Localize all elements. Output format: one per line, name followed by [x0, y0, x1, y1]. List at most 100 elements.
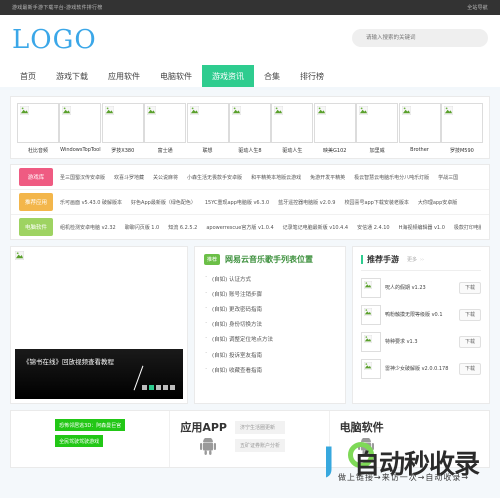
category-link[interactable]: 记录笔记电脑最新版 v10.4.4 [283, 224, 348, 231]
category-link[interactable]: 圣三国蜀汉传安卓版 [60, 174, 105, 181]
category-link[interactable]: 知流 6.2.5.2 [168, 224, 197, 231]
category-link[interactable]: 学战三国 [438, 174, 458, 181]
slider-dot[interactable] [149, 385, 154, 390]
broken-image-icon [147, 106, 157, 115]
article-list-item[interactable]: (自如) 身份切换方法 [204, 317, 336, 332]
nav-item-2[interactable]: 应用软件 [98, 65, 150, 87]
category-tag[interactable]: 电脑软件 [19, 218, 53, 236]
category-link[interactable]: 关公说麻将 [153, 174, 178, 181]
featured-slider[interactable]: 《锦书在线》回放视频查看教程 [10, 246, 188, 404]
page-body: 杜比音频 WindowsTopTool 罗技X380 富士通 联想 驱动人生8 驱动人生 映美… [0, 90, 500, 498]
thumbnail-item[interactable]: 驱动人生 [271, 103, 314, 154]
category-links: 组机检测安卓电脑 v2.32 聊聊闪页版 1.0 知流 6.2.5.2 apowerr… [60, 224, 481, 231]
category-link[interactable]: 乐可画面 v5.43.0 破解版本 [60, 199, 122, 206]
category-link[interactable]: 和平精英本地版云游戏 [251, 174, 301, 181]
game-list-item[interactable]: 特种要求 v1.3 下载 [361, 328, 481, 355]
main-navigation: 首页 游戏下载 应用软件 电脑软件 游戏资讯 合集 排行榜 [0, 65, 500, 90]
thumbnail-item[interactable]: 富士通 [144, 103, 187, 154]
download-button[interactable]: 下载 [459, 281, 481, 294]
nav-item-4[interactable]: 游戏资讯 [202, 65, 254, 87]
game-list-item[interactable]: 鸭粉触摸无限等级版 v0.1 下载 [361, 301, 481, 328]
category-link[interactable]: 极云智慧云电脑乐电分八吨乐灯版 [354, 174, 429, 181]
thumbnail-item[interactable]: 杜比音频 [17, 103, 59, 154]
thumbnail-image [101, 103, 144, 143]
slider-dot[interactable] [142, 385, 147, 390]
site-logo[interactable]: LOGO [12, 27, 97, 53]
broken-image-icon [401, 106, 411, 115]
thumbnail-item[interactable]: Brother [398, 103, 441, 154]
article-panel-title[interactable]: 网易云音乐歌手列表位置 [225, 254, 313, 265]
category-row: 推荐应用 乐可画面 v5.43.0 破解版本 好色App最新版（绿色配色） 15YC重… [11, 190, 489, 215]
thumbnail-caption: Brother [410, 147, 429, 153]
app-section-title: 应用APP [180, 421, 227, 434]
thumbnail-item[interactable]: WindowsTopTool [59, 103, 102, 154]
category-link[interactable]: apowerrescue官方版 v1.0.4 [206, 224, 273, 231]
thumbnail-item[interactable]: 加里威 [356, 103, 399, 154]
article-list-item[interactable]: (自如) 账号注销步骤 [204, 286, 336, 301]
thumbnail-caption: 驱动人生 [282, 148, 303, 154]
thumbnail-image [398, 103, 441, 143]
thumbnail-caption: 杜比音频 [27, 148, 48, 154]
broken-image-icon [359, 106, 369, 115]
green-tag[interactable]: 恐怖邻居逃3D：阿森曼巨官 [55, 419, 126, 431]
software-block: 电脑软件 [340, 419, 392, 456]
slider-dots[interactable] [142, 385, 175, 390]
category-link[interactable]: 15YC重现app电脑版 v6.3.0 [205, 199, 269, 206]
thumbnail-image [271, 103, 314, 143]
article-list-item[interactable]: (自如) 投诉室友指南 [204, 347, 336, 362]
download-button[interactable]: 下载 [459, 308, 481, 321]
article-list-item[interactable]: (自如) 认证方式 [204, 271, 336, 286]
category-link[interactable]: 聊聊闪页版 1.0 [125, 224, 160, 231]
thumbnail-image [59, 103, 102, 143]
broken-image-icon [189, 106, 199, 115]
category-link[interactable]: 大你理app安卓版 [418, 199, 457, 206]
category-link[interactable]: 安信通 2.4.10 [357, 224, 390, 231]
recommend-panel-title: 推荐手游 [367, 255, 399, 264]
thumbnail-item[interactable]: 罗技M590 [440, 103, 483, 154]
article-list-item[interactable]: (自如) 更改密码指南 [204, 301, 336, 316]
category-link[interactable]: 免游开发平精英 [310, 174, 345, 181]
category-link[interactable]: 极款打印电脑版 v20.1.6 [454, 224, 481, 231]
site-map-link[interactable]: 全站导航 [467, 4, 488, 11]
thumbnail-caption: 驱动人生8 [238, 148, 262, 154]
thumbnail-image [186, 103, 229, 143]
nav-item-1[interactable]: 游戏下载 [46, 65, 98, 87]
nav-item-6[interactable]: 排行榜 [290, 65, 334, 87]
thumbnail-item[interactable]: 映美G102 [313, 103, 356, 154]
slider-dot[interactable] [156, 385, 161, 390]
site-header: LOGO [0, 15, 500, 65]
category-link[interactable]: 欢喜斗罗地藏 [114, 174, 144, 181]
game-list-item[interactable]: 呪人的假期 v1.23 下载 [361, 274, 481, 301]
category-link[interactable]: 组机检测安卓电脑 v2.32 [60, 224, 116, 231]
search-input[interactable] [352, 29, 488, 47]
category-link[interactable]: 好色App最新版（绿色配色） [131, 199, 196, 206]
download-button[interactable]: 下载 [459, 335, 481, 348]
category-link[interactable]: H海视频编辑器 v1.0 [399, 224, 445, 231]
green-tag[interactable]: 全民驾驶驾驶游戏 [55, 435, 104, 447]
download-button[interactable]: 下载 [459, 362, 481, 375]
thumbnail-image [17, 103, 59, 143]
software-section-title: 电脑软件 [339, 421, 384, 434]
category-tag[interactable]: 游戏库 [19, 168, 53, 186]
thumbnail-caption: 富士通 [157, 148, 173, 154]
thumbnail-item[interactable]: 罗技X380 [101, 103, 144, 154]
broken-image-icon [364, 280, 372, 289]
slider-dot[interactable] [163, 385, 168, 390]
category-link[interactable]: 小森生活无畏款手安卓版 [187, 174, 242, 181]
gray-tag[interactable]: 济宁生活圈更新 [234, 421, 285, 434]
nav-item-5[interactable]: 合集 [254, 65, 290, 87]
nav-item-0[interactable]: 首页 [10, 65, 46, 87]
category-tag[interactable]: 推荐应用 [19, 193, 53, 211]
article-list-item[interactable]: (自如) 收藏查看指南 [204, 362, 336, 377]
game-list-item[interactable]: 雷神少女破解版 v2.0.0.178 下载 [361, 355, 481, 382]
nav-item-3[interactable]: 电脑软件 [150, 65, 202, 87]
slider-dot[interactable] [170, 385, 175, 390]
category-link[interactable]: 蓝牙遥控器电脑版 v2.0.9 [278, 199, 335, 206]
thumbnail-item[interactable]: 联想 [186, 103, 229, 154]
more-link[interactable]: 更多 [407, 256, 417, 263]
recommend-panel-header: 推荐手游 更多 ›› [361, 254, 481, 271]
gray-tag[interactable]: 五矿证券账户分析 [234, 439, 285, 452]
thumbnail-item[interactable]: 驱动人生8 [228, 103, 271, 154]
category-link[interactable]: 校园喜号app下载安装老版本 [344, 199, 408, 206]
article-list-item[interactable]: (自如) 调整定位地点方法 [204, 332, 336, 347]
